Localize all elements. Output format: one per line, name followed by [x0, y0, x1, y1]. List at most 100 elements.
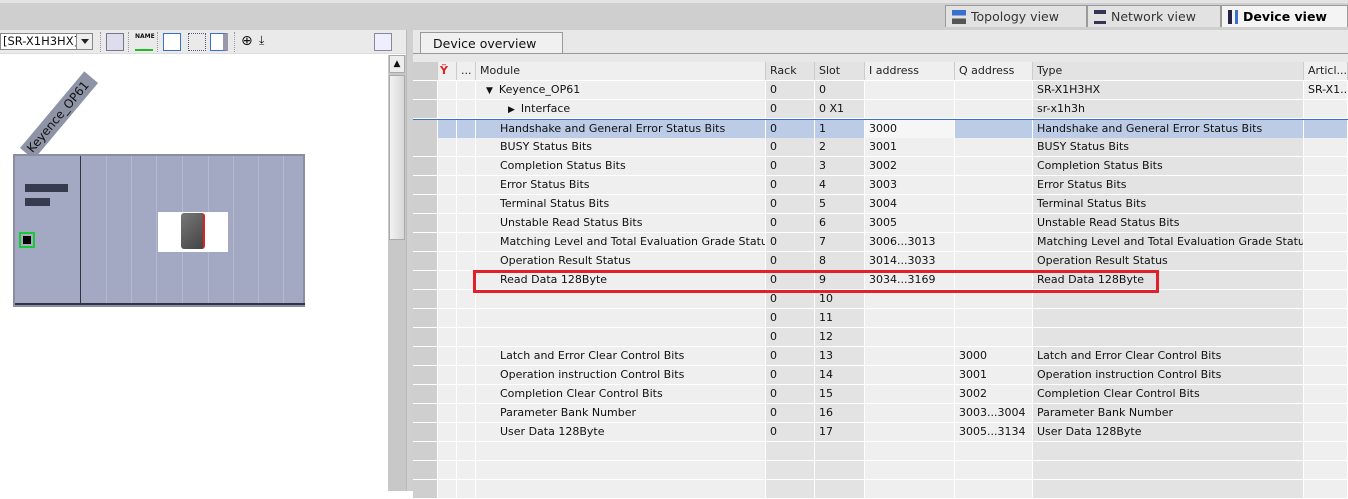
cell-module[interactable]	[476, 461, 766, 479]
cell-slot[interactable]: 1	[815, 120, 865, 138]
row-header[interactable]	[413, 120, 438, 138]
table-row[interactable]: Completion Status Bits 0 3 3002 Completion S…	[413, 157, 1348, 176]
cell-q[interactable]	[955, 442, 1033, 460]
cell-type[interactable]	[1033, 442, 1304, 460]
cell-i[interactable]	[865, 309, 955, 327]
cell-module[interactable]: Handshake and General Error Status Bits	[476, 120, 766, 138]
table-row[interactable]: ▶ Interface 0 0 X1 sr-x1h3h	[413, 100, 1348, 119]
cell-i[interactable]	[865, 423, 955, 441]
cell-i[interactable]	[865, 366, 955, 384]
cell-rack[interactable]	[766, 480, 815, 498]
cell-article[interactable]	[1304, 423, 1348, 441]
cell-q[interactable]	[955, 176, 1033, 194]
cell-module[interactable]: Unstable Read Status Bits	[476, 214, 766, 232]
chevron-down-icon[interactable]	[76, 34, 92, 49]
tab-topology-view[interactable]: Topology view	[945, 5, 1087, 27]
cell-article[interactable]	[1304, 461, 1348, 479]
cell-rack[interactable]: 0	[766, 120, 815, 138]
cell-rack[interactable]: 0	[766, 309, 815, 327]
cell-q[interactable]: 3003...3004	[955, 404, 1033, 422]
cell-i[interactable]: 3006...3013	[865, 233, 955, 251]
cell-module[interactable]: Completion Status Bits	[476, 157, 766, 175]
cell-i[interactable]: 3004	[865, 195, 955, 213]
table-row[interactable]: 0 12	[413, 328, 1348, 347]
cell-rack[interactable]	[766, 461, 815, 479]
cell-q[interactable]	[955, 233, 1033, 251]
cell-slot[interactable]: 15	[815, 385, 865, 403]
row-header[interactable]	[413, 309, 438, 327]
rack-width-icon[interactable]	[106, 33, 124, 51]
cell-slot[interactable]: 17	[815, 423, 865, 441]
cell-i[interactable]	[865, 461, 955, 479]
cell-q[interactable]: 3000	[955, 347, 1033, 365]
table-row[interactable]: Parameter Bank Number 0 16 3003...3004 Param…	[413, 404, 1348, 423]
cell-type[interactable]: Matching Level and Total Evaluation Grad…	[1033, 233, 1304, 251]
cell-module[interactable]: User Data 128Byte	[476, 423, 766, 441]
cell-slot[interactable]: 8	[815, 252, 865, 270]
cell-rack[interactable]: 0	[766, 328, 815, 346]
table-row[interactable]: Operation Result Status 0 8 3014...3033 Oper…	[413, 252, 1348, 271]
cell-type[interactable]	[1033, 461, 1304, 479]
cell-i[interactable]	[865, 404, 955, 422]
cell-article[interactable]	[1304, 290, 1348, 308]
cell-slot[interactable]: 12	[815, 328, 865, 346]
cell-rack[interactable]: 0	[766, 252, 815, 270]
cell-module[interactable]: Operation Result Status	[476, 252, 766, 270]
cell-slot[interactable]: 14	[815, 366, 865, 384]
cell-article[interactable]	[1304, 480, 1348, 498]
cell-article[interactable]	[1304, 176, 1348, 194]
cell-slot[interactable]: 0	[815, 81, 865, 99]
device-label[interactable]: Keyence_OP61	[20, 71, 99, 160]
cell-slot[interactable]: 6	[815, 214, 865, 232]
row-header[interactable]	[413, 461, 438, 479]
tab-device-view[interactable]: Device view	[1221, 5, 1348, 27]
cell-module[interactable]	[476, 480, 766, 498]
cell-article[interactable]	[1304, 271, 1348, 289]
cell-q[interactable]: 3002	[955, 385, 1033, 403]
cell-module[interactable]: Latch and Error Clear Control Bits	[476, 347, 766, 365]
col-module[interactable]: Module	[476, 62, 766, 80]
row-header[interactable]	[413, 138, 438, 156]
cell-q[interactable]: 3005...3134	[955, 423, 1033, 441]
cell-type[interactable]: sr-x1h3h	[1033, 100, 1304, 118]
row-header[interactable]	[413, 214, 438, 232]
cell-i[interactable]: 3000	[865, 120, 955, 138]
cell-slot[interactable]: 16	[815, 404, 865, 422]
row-header[interactable]	[413, 347, 438, 365]
cell-q[interactable]	[955, 100, 1033, 118]
cell-type[interactable]: Handshake and General Error Status Bits	[1033, 120, 1304, 138]
cell-module[interactable]	[476, 328, 766, 346]
scroll-thumb[interactable]	[389, 75, 405, 240]
cell-module[interactable]: Parameter Bank Number	[476, 404, 766, 422]
cell-article[interactable]	[1304, 233, 1348, 251]
cell-i[interactable]	[865, 442, 955, 460]
cell-article[interactable]	[1304, 347, 1348, 365]
cell-q[interactable]	[955, 214, 1033, 232]
cell-slot[interactable]: 7	[815, 233, 865, 251]
cell-type[interactable]: Parameter Bank Number	[1033, 404, 1304, 422]
table-row[interactable]: Latch and Error Clear Control Bits 0 13 300…	[413, 347, 1348, 366]
port-icon[interactable]	[19, 232, 35, 248]
cell-slot[interactable]	[815, 442, 865, 460]
cell-article[interactable]	[1304, 442, 1348, 460]
show-hide-icon[interactable]	[163, 33, 181, 51]
cell-q[interactable]	[955, 461, 1033, 479]
cell-q[interactable]	[955, 480, 1033, 498]
row-header[interactable]	[413, 290, 438, 308]
cell-rack[interactable]: 0	[766, 233, 815, 251]
row-header[interactable]	[413, 423, 438, 441]
table-row[interactable]: Completion Clear Control Bits 0 15 3002 Comp…	[413, 385, 1348, 404]
row-header[interactable]	[413, 157, 438, 175]
cell-i[interactable]	[865, 480, 955, 498]
col-slot[interactable]: Slot	[815, 62, 865, 80]
cell-type[interactable]: SR-X1H3HX	[1033, 81, 1304, 99]
panel-splitter[interactable]	[406, 30, 413, 491]
table-row[interactable]: 0 11	[413, 309, 1348, 328]
cell-rack[interactable]: 0	[766, 195, 815, 213]
collapse-icon[interactable]: ▼	[486, 82, 493, 99]
col-type[interactable]: Type	[1033, 62, 1304, 80]
row-header[interactable]	[413, 442, 438, 460]
zoom-icon[interactable]: ⊕	[241, 33, 259, 51]
row-header[interactable]	[413, 81, 438, 99]
name-icon[interactable]: NAME	[135, 33, 155, 51]
